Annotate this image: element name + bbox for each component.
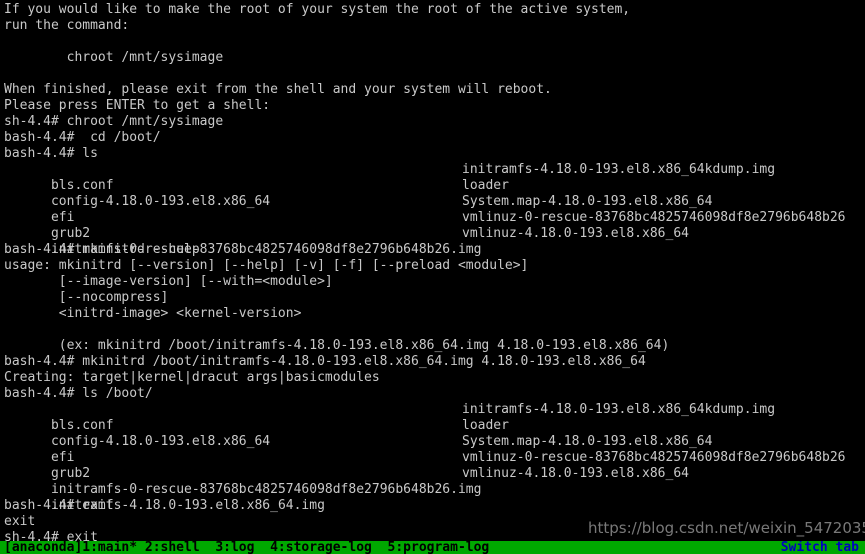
list-item: bls.conf initramfs-4.18.0-193.el8.x86_64…: [4, 162, 865, 193]
file-name-right: System.map-4.18.0-193.el8.x86_64: [462, 194, 713, 209]
terminal-line-prompt: bash-4.4# cd /boot/: [4, 130, 161, 145]
terminal-line-usage: usage: mkinitrd [--version] [--help] [-v…: [4, 258, 529, 273]
terminal-line-prompt: bash-4.4# mkinitrd /boot/initramfs-4.18.…: [4, 354, 646, 369]
file-name-right: loader: [462, 178, 509, 193]
list-item: bls.conf initramfs-4.18.0-193.el8.x86_64…: [4, 402, 865, 433]
terminal-line-prompt: bash-4.4# ls: [4, 146, 98, 161]
file-name-right: vmlinuz-0-rescue-83768bc4825746098df8e27…: [462, 210, 846, 225]
terminal-line: run the command:: [4, 18, 130, 33]
terminal-line: When finished, please exit from the shel…: [4, 82, 552, 97]
csdn-watermark: https://blog.csdn.net/weixin_54720351: [588, 519, 865, 537]
list-item: grub2 vmlinuz-0-rescue-83768bc4825746098…: [4, 450, 865, 481]
list-item: initramfs-0-rescue-83768bc4825746098df8e…: [4, 466, 865, 497]
terminal-line-prompt: bash-4.4# ls /boot/: [4, 386, 153, 401]
list-item: grub2 vmlinuz-0-rescue-83768bc4825746098…: [4, 210, 865, 241]
terminal-line: Please press ENTER to get a shell:: [4, 98, 271, 113]
file-name-right: vmlinuz-4.18.0-193.el8.x86_64: [462, 226, 689, 241]
terminal-line-usage: <initrd-image> <kernel-version>: [4, 306, 302, 321]
file-name-left: initramfs-0-rescue-83768bc4825746098df8e…: [50, 242, 482, 257]
list-item: config-4.18.0-193.el8.x86_64 loader: [4, 418, 865, 449]
list-item: efi System.map-4.18.0-193.el8.x86_64: [4, 434, 865, 465]
terminal-line-prompt: sh-4.4# chroot /mnt/sysimage: [4, 114, 224, 129]
anaconda-status-bar[interactable]: [anaconda]1:main* 2:shell 3:log 4:storag…: [0, 541, 865, 554]
terminal-line: If you would like to make the root of yo…: [4, 2, 631, 17]
terminal-line-usage: [--image-version] [--with=<module>]: [4, 274, 333, 289]
file-name-right: initramfs-4.18.0-193.el8.x86_64kdump.img: [462, 162, 776, 177]
status-bar-switch-tab-hint[interactable]: Switch tab: [781, 541, 859, 554]
terminal-line-chroot-command: chroot /mnt/sysimage: [4, 50, 224, 65]
terminal-line-usage: [--nocompress]: [4, 290, 169, 305]
status-bar-tabs[interactable]: [anaconda]1:main* 2:shell 3:log 4:storag…: [4, 541, 489, 554]
file-name-right: vmlinuz-0-rescue-83768bc4825746098df8e27…: [462, 450, 846, 465]
list-item: initramfs-0-rescue-83768bc4825746098df8e…: [4, 226, 865, 257]
terminal-line-usage-example: (ex: mkinitrd /boot/initramfs-4.18.0-193…: [4, 338, 670, 353]
terminal-line-creating: Creating: target|kernel|dracut args|basi…: [4, 370, 380, 385]
list-item: config-4.18.0-193.el8.x86_64 loader: [4, 178, 865, 209]
list-item: efi System.map-4.18.0-193.el8.x86_64: [4, 194, 865, 225]
file-name-right: vmlinuz-4.18.0-193.el8.x86_64: [462, 466, 689, 481]
file-name-right: loader: [462, 418, 509, 433]
list-item: initramfs-4.18.0-193.el8.x86_64.img: [4, 482, 865, 513]
file-name-right: System.map-4.18.0-193.el8.x86_64: [462, 434, 713, 449]
file-name-left: initramfs-4.18.0-193.el8.x86_64.img: [50, 498, 325, 513]
terminal-output: If you would like to make the root of yo…: [0, 0, 865, 546]
file-name-right: initramfs-4.18.0-193.el8.x86_64kdump.img: [462, 402, 776, 417]
terminal-window[interactable]: If you would like to make the root of yo…: [0, 0, 865, 554]
